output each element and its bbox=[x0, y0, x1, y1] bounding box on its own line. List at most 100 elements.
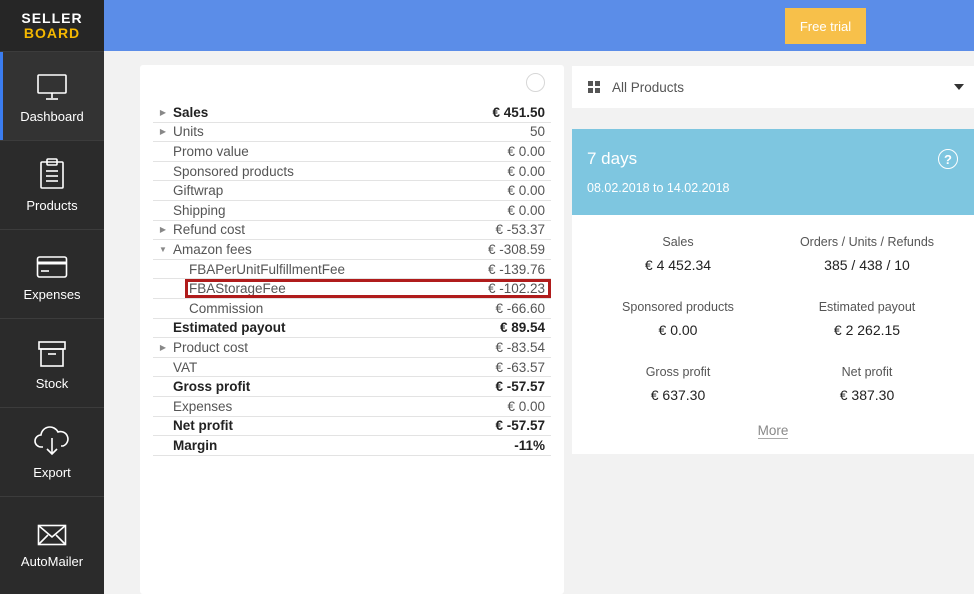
pl-row-value: € -63.57 bbox=[495, 359, 545, 375]
sidebar-item-label: Export bbox=[33, 465, 71, 480]
expand-arrow-icon[interactable]: ▶ bbox=[153, 225, 173, 234]
sidebar-item-products[interactable]: Products bbox=[0, 140, 104, 229]
pl-row-sponsored-products: Sponsored products € 0.00 bbox=[153, 162, 551, 182]
period-title: 7 days bbox=[587, 149, 638, 168]
stat-label: Orders / Units / Refunds bbox=[799, 235, 935, 249]
box-icon bbox=[38, 341, 66, 367]
pl-row-value: € 89.54 bbox=[499, 320, 545, 336]
period-date-range: 08.02.2018 to 14.02.2018 bbox=[587, 181, 730, 195]
sidebar-item-dashboard[interactable]: Dashboard bbox=[0, 51, 104, 140]
pl-row-label: Units bbox=[173, 124, 204, 140]
pl-row-value: € 0.00 bbox=[507, 398, 545, 414]
pl-row-units[interactable]: ▶ Units 50 bbox=[153, 123, 551, 143]
stat-label: Gross profit bbox=[645, 365, 711, 379]
sidebar-item-expenses[interactable]: Expenses bbox=[0, 229, 104, 318]
sidebar-item-label: Products bbox=[26, 198, 78, 213]
stat-gross-profit: Gross profit € 637.30 bbox=[578, 365, 778, 403]
pl-row-shipping: Shipping € 0.00 bbox=[153, 201, 551, 221]
pl-row-value: € 0.00 bbox=[507, 183, 545, 199]
expand-arrow-icon[interactable]: ▶ bbox=[153, 108, 173, 117]
pl-row-refund-cost[interactable]: ▶ Refund cost € -53.37 bbox=[153, 221, 551, 241]
sidebar-item-label: Expenses bbox=[23, 287, 81, 302]
sidebar-item-export[interactable]: Export bbox=[0, 407, 104, 496]
pl-row-label: Refund cost bbox=[173, 222, 246, 238]
pl-row-value: € -66.60 bbox=[495, 300, 545, 316]
pl-row-label: Amazon fees bbox=[173, 241, 252, 257]
pl-row-margin: Margin -11% bbox=[153, 436, 551, 456]
sidebar: SELLER BOARD Dashboard Products Expenses bbox=[0, 0, 104, 594]
expand-arrow-icon[interactable]: ▶ bbox=[153, 343, 173, 352]
stat-orders-units-refunds: Orders / Units / Refunds 385 / 438 / 10 bbox=[767, 235, 967, 273]
pl-row-label: Giftwrap bbox=[173, 183, 224, 199]
stat-label: Sales bbox=[662, 235, 694, 249]
pl-row-value: € -53.37 bbox=[495, 222, 545, 238]
more-link-text[interactable]: More bbox=[757, 423, 789, 439]
top-header: Free trial bbox=[104, 0, 974, 51]
sidebar-item-label: Dashboard bbox=[20, 109, 84, 124]
pl-row-value: € 0.00 bbox=[507, 202, 545, 218]
credit-card-icon bbox=[36, 256, 68, 278]
chevron-down-icon[interactable] bbox=[954, 84, 964, 90]
pl-row-promo-value: Promo value € 0.00 bbox=[153, 142, 551, 162]
help-icon[interactable]: ? bbox=[938, 149, 958, 169]
pl-row-value: € 0.00 bbox=[507, 143, 545, 159]
pl-row-value: € 451.50 bbox=[492, 104, 545, 120]
pl-row-estimated-payout: Estimated payout € 89.54 bbox=[153, 319, 551, 339]
stat-value: € 637.30 bbox=[650, 387, 706, 403]
stat-value: € 0.00 bbox=[658, 322, 698, 338]
pl-row-product-cost[interactable]: ▶ Product cost € -83.54 bbox=[153, 338, 551, 358]
sidebar-item-stock[interactable]: Stock bbox=[0, 318, 104, 407]
pl-row-label: Product cost bbox=[173, 339, 249, 355]
free-trial-button[interactable]: Free trial bbox=[785, 8, 866, 44]
pl-row-label: Sales bbox=[173, 104, 209, 120]
pl-row-value: € -83.54 bbox=[495, 339, 545, 355]
pl-row-giftwrap: Giftwrap € 0.00 bbox=[153, 181, 551, 201]
pl-row-value: € -57.57 bbox=[495, 418, 545, 434]
sidebar-item-automailer[interactable]: AutoMailer bbox=[0, 496, 104, 585]
pl-row-amazon-fees[interactable]: ▼ Amazon fees € -308.59 bbox=[153, 240, 551, 260]
pl-row-label: FBAPerUnitFulfillmentFee bbox=[189, 261, 346, 277]
pl-row-value: € -308.59 bbox=[487, 241, 545, 257]
panel-toggle-circle-icon[interactable] bbox=[526, 73, 545, 92]
pl-row-expenses: Expenses € 0.00 bbox=[153, 397, 551, 417]
collapse-arrow-icon[interactable]: ▼ bbox=[153, 245, 173, 254]
pl-row-sales[interactable]: ▶ Sales € 451.50 bbox=[153, 103, 551, 123]
pl-row-value: € 0.00 bbox=[507, 163, 545, 179]
pl-row-label: VAT bbox=[173, 359, 198, 375]
clipboard-icon bbox=[40, 158, 64, 189]
pl-row-label: Sponsored products bbox=[173, 163, 294, 179]
envelope-icon bbox=[37, 524, 67, 546]
pl-row-value: € -102.23 bbox=[487, 281, 545, 297]
period-header: 7 days 08.02.2018 to 14.02.2018 ? bbox=[572, 129, 974, 215]
pl-row-value: -11% bbox=[514, 437, 545, 453]
logo-line-1: SELLER bbox=[21, 10, 83, 26]
pl-row-label: Net profit bbox=[173, 418, 233, 434]
stat-value: € 387.30 bbox=[839, 387, 895, 403]
pl-row-vat: VAT € -63.57 bbox=[153, 358, 551, 378]
pl-row-label: Promo value bbox=[173, 143, 249, 159]
product-select-dropdown[interactable]: All Products bbox=[572, 66, 974, 108]
period-summary-card: 7 days 08.02.2018 to 14.02.2018 ? Sales … bbox=[572, 129, 974, 454]
grid-icon bbox=[588, 81, 600, 93]
pl-row-fba-storage-fee: FBAStorageFee € -102.23 bbox=[153, 279, 551, 299]
pl-row-label: Gross profit bbox=[173, 379, 251, 395]
stat-value: 385 / 438 / 10 bbox=[824, 257, 910, 273]
stat-estimated-payout: Estimated payout € 2 262.15 bbox=[767, 300, 967, 338]
monitor-icon bbox=[37, 74, 67, 100]
pl-row-gross-profit: Gross profit € -57.57 bbox=[153, 377, 551, 397]
pl-row-label: Estimated payout bbox=[173, 320, 286, 336]
pl-row-label: Margin bbox=[173, 437, 218, 453]
logo-line-2: BOARD bbox=[23, 25, 81, 41]
sellerboard-logo[interactable]: SELLER BOARD bbox=[0, 0, 104, 51]
pl-row-commission: Commission € -66.60 bbox=[153, 299, 551, 319]
stat-net-profit: Net profit € 387.30 bbox=[767, 365, 967, 403]
pl-row-label: Shipping bbox=[173, 202, 226, 218]
pl-row-net-profit: Net profit € -57.57 bbox=[153, 417, 551, 437]
stat-sponsored-products: Sponsored products € 0.00 bbox=[578, 300, 778, 338]
more-link[interactable]: More bbox=[572, 423, 974, 439]
sidebar-item-label: Stock bbox=[35, 376, 69, 391]
stat-value: € 2 262.15 bbox=[833, 322, 901, 338]
stat-label: Sponsored products bbox=[622, 300, 734, 314]
expand-arrow-icon[interactable]: ▶ bbox=[153, 127, 173, 136]
stat-label: Estimated payout bbox=[818, 300, 916, 314]
